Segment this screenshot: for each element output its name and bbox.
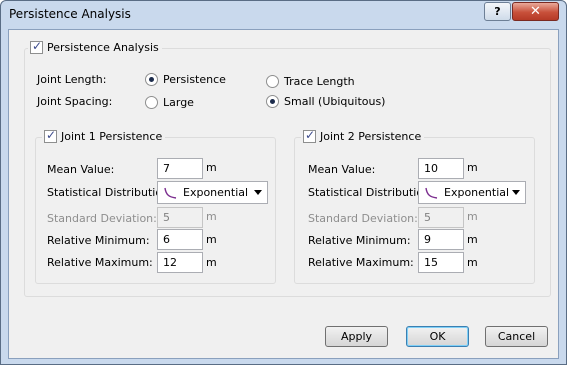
- radio-large[interactable]: Large: [145, 96, 194, 109]
- joint1-min-unit: m: [206, 233, 217, 246]
- joint1-max-label: Relative Maximum:: [47, 256, 153, 269]
- radio-small-label: Small (Ubiquitous): [284, 95, 386, 108]
- joint2-mean-input[interactable]: 10: [418, 158, 464, 179]
- radio-persistence-dot[interactable]: [145, 73, 158, 86]
- radio-trace-length[interactable]: Trace Length: [266, 75, 355, 88]
- title-bar[interactable]: Persistence Analysis ? ✕: [1, 1, 566, 29]
- joint1-std-unit: m: [206, 210, 217, 223]
- joint-length-label: Joint Length:: [37, 73, 107, 86]
- joint2-min-unit: m: [467, 233, 478, 246]
- joint1-dist-label: Statistical Distribution:: [47, 186, 173, 199]
- joint2-max-input[interactable]: 15: [418, 252, 464, 273]
- radio-large-dot[interactable]: [145, 96, 158, 109]
- joint2-dist-label: Statistical Distribution:: [308, 186, 434, 199]
- joint2-std-unit: m: [467, 210, 478, 223]
- dialog-body: Persistence Analysis Joint Length: Persi…: [8, 29, 559, 359]
- joint2-max-unit: m: [467, 256, 478, 269]
- window-title: Persistence Analysis: [9, 7, 131, 21]
- joint1-distribution-value: Exponential: [183, 186, 249, 199]
- joint2-mean-label: Mean Value:: [308, 163, 376, 176]
- joint2-distribution-value: Exponential: [444, 186, 510, 199]
- radio-trace-length-label: Trace Length: [284, 75, 355, 88]
- joint1-mean-unit: m: [206, 161, 217, 174]
- joint2-checkbox-box[interactable]: [303, 128, 316, 143]
- joint1-checkbox[interactable]: Joint 1 Persistence: [42, 128, 166, 143]
- joint1-min-input[interactable]: 6: [157, 229, 203, 250]
- persistence-checkbox-box[interactable]: [30, 39, 43, 54]
- joint2-min-label: Relative Minimum:: [308, 234, 411, 247]
- joint1-mean-label: Mean Value:: [47, 163, 115, 176]
- exponential-curve-icon: [425, 187, 438, 199]
- apply-button[interactable]: Apply: [325, 326, 388, 347]
- joint2-distribution-select[interactable]: Exponential: [418, 181, 526, 204]
- joint1-max-input[interactable]: 12: [157, 252, 203, 273]
- joint2-max-label: Relative Maximum:: [308, 256, 414, 269]
- joint1-checkbox-box[interactable]: [44, 128, 57, 143]
- cancel-button[interactable]: Cancel: [485, 326, 548, 347]
- dialog-window: Persistence Analysis ? ✕ Persistence Ana…: [0, 0, 567, 365]
- radio-trace-length-dot[interactable]: [266, 75, 279, 88]
- joint2-min-input[interactable]: 9: [418, 229, 464, 250]
- joint-spacing-label: Joint Spacing:: [37, 95, 113, 108]
- help-button[interactable]: ?: [484, 2, 511, 21]
- joint1-std-label: Standard Deviation:: [47, 212, 157, 225]
- persistence-checkbox[interactable]: Persistence Analysis: [28, 39, 162, 54]
- chevron-down-icon[interactable]: [254, 190, 262, 195]
- radio-persistence[interactable]: Persistence: [145, 73, 226, 86]
- chevron-down-icon[interactable]: [512, 190, 520, 195]
- joint1-std-input: 5: [157, 207, 203, 228]
- radio-persistence-label: Persistence: [163, 73, 226, 86]
- persistence-checkbox-label: Persistence Analysis: [47, 41, 159, 54]
- joint1-min-label: Relative Minimum:: [47, 234, 150, 247]
- radio-small-dot[interactable]: [266, 95, 279, 108]
- joint1-max-unit: m: [206, 256, 217, 269]
- radio-small[interactable]: Small (Ubiquitous): [266, 95, 385, 108]
- joint1-checkbox-label: Joint 1 Persistence: [61, 130, 163, 143]
- ok-button[interactable]: OK: [406, 326, 469, 347]
- joint2-std-label: Standard Deviation:: [308, 212, 418, 225]
- radio-large-label: Large: [163, 96, 194, 109]
- joint1-mean-input[interactable]: 7: [157, 158, 203, 179]
- joint2-std-input: 5: [418, 207, 464, 228]
- joint1-distribution-select[interactable]: Exponential: [157, 181, 268, 204]
- close-button[interactable]: ✕: [512, 2, 559, 21]
- joint2-checkbox[interactable]: Joint 2 Persistence: [301, 128, 425, 143]
- joint2-checkbox-label: Joint 2 Persistence: [320, 130, 422, 143]
- joint2-mean-unit: m: [467, 161, 478, 174]
- exponential-curve-icon: [164, 187, 177, 199]
